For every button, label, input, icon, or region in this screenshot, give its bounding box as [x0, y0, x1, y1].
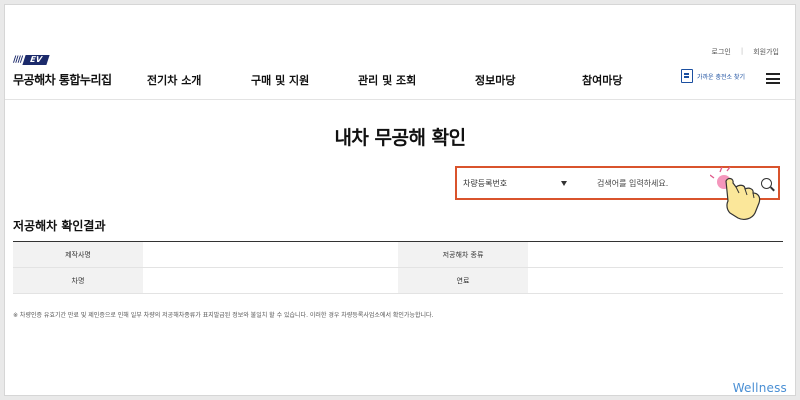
nav-item-manage-lookup[interactable]: 관리 및 조회 — [358, 72, 416, 88]
result-table: 제작사명 저공해차 종류 차명 연료 — [13, 241, 783, 294]
table-cell-fuel — [528, 267, 783, 294]
browser-frame: //// EV 무공해차 통합누리집 로그인 | 회원가입 전기차 소개 구매 … — [4, 4, 796, 396]
table-header-model: 차명 — [13, 267, 143, 294]
nav-item-ev-intro[interactable]: 전기차 소개 — [147, 72, 201, 88]
watermark: Wellness — [732, 381, 787, 395]
menu-icon[interactable] — [766, 73, 780, 84]
table-header-fuel: 연료 — [398, 267, 528, 294]
search-type-select[interactable]: 차량등록번호 — [463, 178, 573, 189]
notice-text: ※ 차량인증 유효기간 만료 및 제인증으로 인해 일부 차량의 저공해차종류가… — [13, 312, 434, 319]
top-links: 로그인 | 회원가입 — [712, 47, 779, 57]
find-charger-label: 가까운 충전소 찾기 — [697, 73, 745, 81]
find-charger-button[interactable]: 가까운 충전소 찾기 — [681, 69, 745, 83]
header-divider — [5, 99, 795, 100]
signup-link[interactable]: 회원가입 — [753, 47, 779, 57]
charger-finder-icon — [681, 69, 693, 83]
logo-stripes: //// — [13, 55, 23, 65]
nav-item-info[interactable]: 정보마당 — [475, 72, 515, 88]
top-link-separator: | — [740, 47, 744, 55]
logo-icon: //// EV — [13, 55, 112, 65]
page-title: 내차 무공해 확인 — [334, 127, 466, 149]
tap-hand-icon — [710, 166, 761, 220]
search-type-value: 차량등록번호 — [463, 179, 508, 188]
table-cell-maker — [143, 241, 398, 268]
result-section-title: 저공해차 확인결과 — [13, 219, 106, 233]
dropdown-caret-icon[interactable] — [561, 181, 567, 186]
nav-item-purchase-support[interactable]: 구매 및 지원 — [251, 72, 309, 88]
table-header-maker: 제작사명 — [13, 241, 143, 268]
login-link[interactable]: 로그인 — [712, 47, 731, 57]
table-row: 차명 연료 — [13, 267, 783, 294]
table-cell-model — [143, 267, 398, 294]
nav-item-participate[interactable]: 참여마당 — [582, 72, 622, 88]
logo-badge: EV — [22, 55, 50, 65]
table-cell-lowemission-type — [528, 241, 783, 268]
main-nav: 전기차 소개 구매 및 지원 관리 및 조회 정보마당 참여마당 — [5, 72, 795, 92]
table-row: 제작사명 저공해차 종류 — [13, 241, 783, 268]
search-input[interactable] — [597, 176, 717, 190]
table-header-lowemission-type: 저공해차 종류 — [398, 241, 528, 268]
